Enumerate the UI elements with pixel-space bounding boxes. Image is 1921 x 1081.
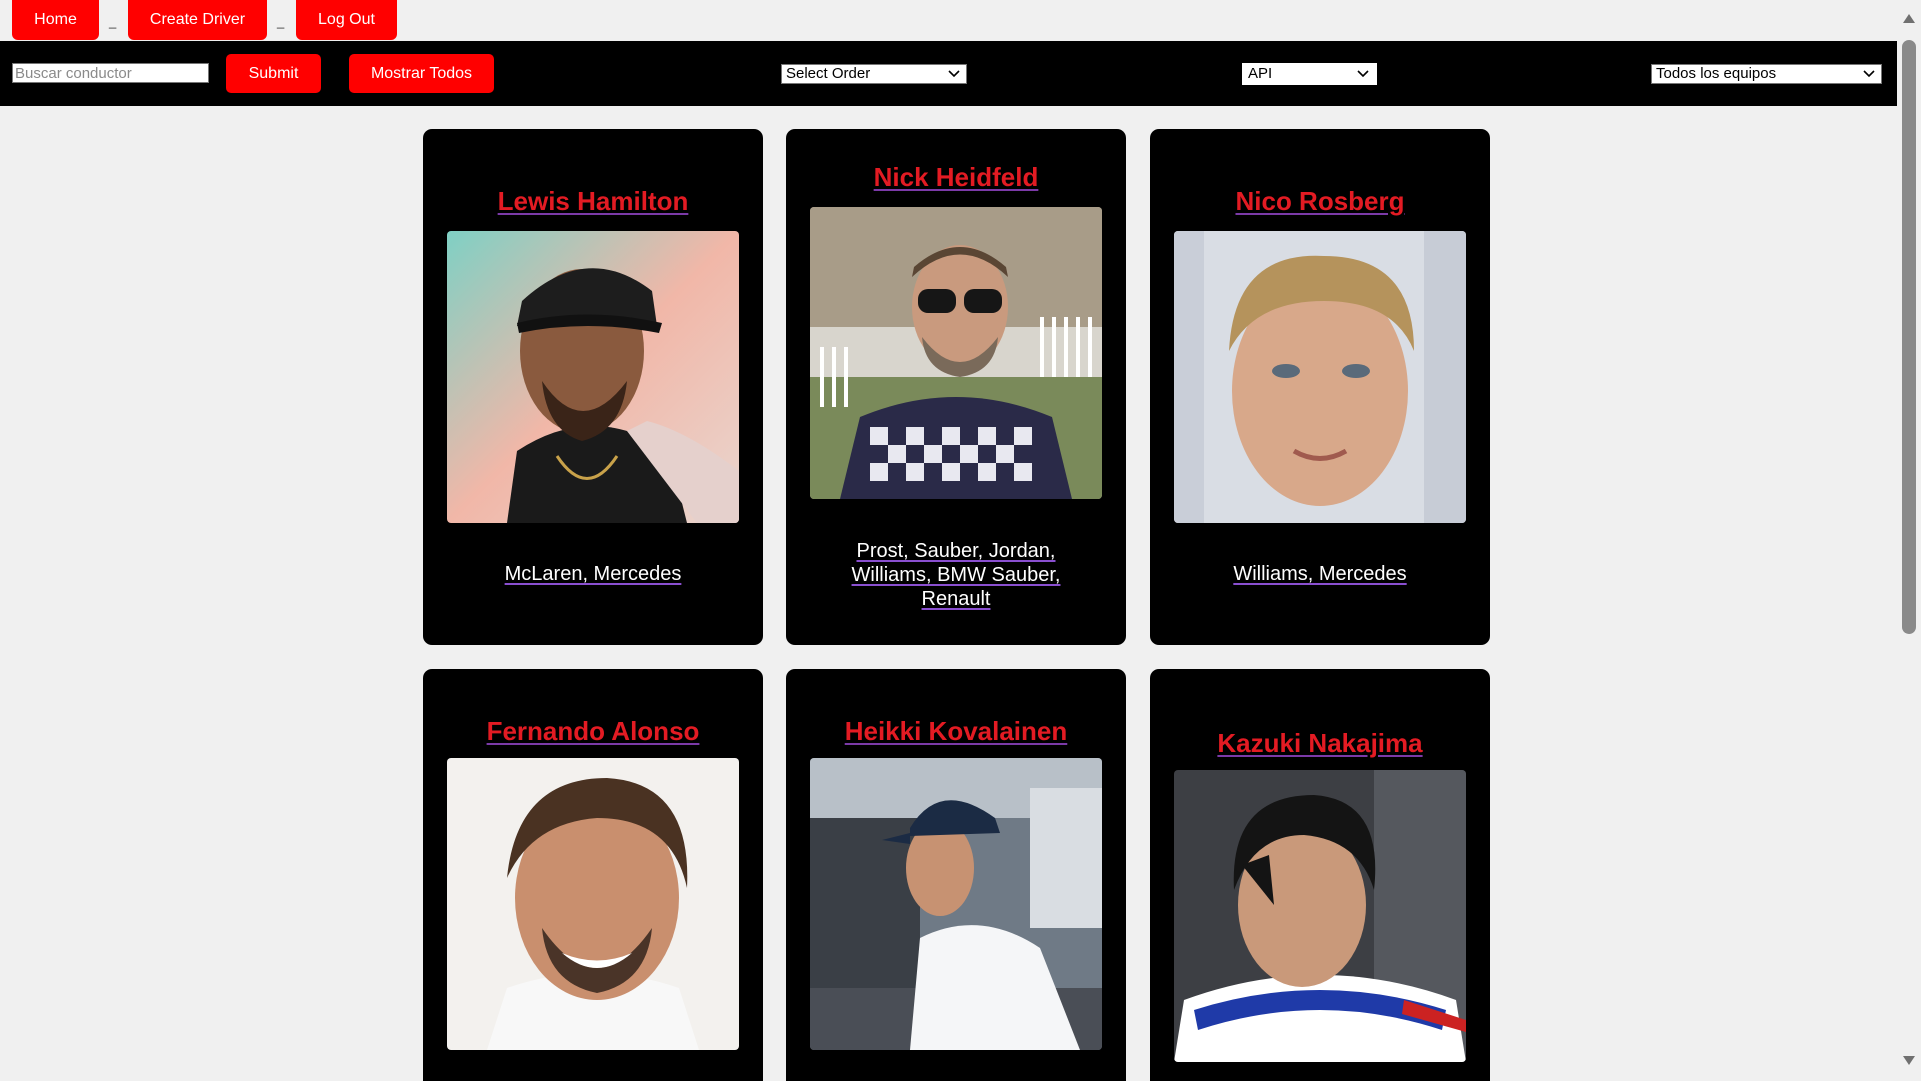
- driver-photo: [1174, 231, 1466, 523]
- driver-card[interactable]: Kazuki Nakajima: [1150, 669, 1490, 1081]
- show-all-button[interactable]: Mostrar Todos: [349, 54, 494, 93]
- chevron-down-icon: [1863, 70, 1875, 78]
- driver-photo: [810, 758, 1102, 1050]
- nav-separator: _: [109, 14, 117, 29]
- driver-card[interactable]: Fernando Alonso: [423, 669, 763, 1081]
- nav-separator: _: [277, 14, 285, 29]
- filter-toolbar: Submit Mostrar Todos Select Order API To…: [0, 41, 1897, 106]
- driver-teams[interactable]: McLaren, Mercedes: [463, 562, 723, 586]
- driver-card[interactable]: Nick Heidfeld Prost, Sauber, Jordan, Wil…: [786, 129, 1126, 645]
- top-nav: Home _ Create Driver _ Log Out: [0, 0, 1897, 41]
- scroll-up-arrow-icon[interactable]: [1902, 12, 1916, 24]
- driver-name-link[interactable]: Lewis Hamilton: [423, 186, 763, 217]
- home-button[interactable]: Home: [12, 0, 99, 40]
- driver-photo: [1174, 770, 1466, 1062]
- driver-name-link[interactable]: Kazuki Nakajima: [1150, 728, 1490, 759]
- scroll-down-arrow-icon[interactable]: [1902, 1055, 1916, 1067]
- driver-photo: [447, 758, 739, 1050]
- driver-teams[interactable]: Williams, Mercedes: [1190, 562, 1450, 586]
- driver-photo: [810, 207, 1102, 499]
- order-select-value: Select Order: [786, 65, 871, 82]
- page-scrollbar[interactable]: [1897, 0, 1921, 1081]
- driver-name-link[interactable]: Nico Rosberg: [1150, 186, 1490, 217]
- driver-teams[interactable]: Prost, Sauber, Jordan, Williams, BMW Sau…: [826, 539, 1086, 611]
- driver-photo: [447, 231, 739, 523]
- chevron-down-icon: [948, 70, 960, 78]
- team-select-value: Todos los equipos: [1656, 65, 1777, 82]
- order-select[interactable]: Select Order: [781, 64, 967, 84]
- driver-name-link[interactable]: Nick Heidfeld: [786, 162, 1126, 193]
- driver-card[interactable]: Heikki Kovalainen: [786, 669, 1126, 1081]
- page: Home _ Create Driver _ Log Out Submit Mo…: [0, 0, 1897, 1081]
- driver-card[interactable]: Nico Rosberg Williams, Mercedes: [1150, 129, 1490, 645]
- source-select[interactable]: API: [1242, 63, 1377, 85]
- driver-name-link[interactable]: Fernando Alonso: [423, 716, 763, 747]
- chevron-down-icon: [1357, 70, 1369, 78]
- driver-card[interactable]: Lewis Hamilton McLaren, Mercedes: [423, 129, 763, 645]
- submit-button[interactable]: Submit: [226, 54, 321, 93]
- search-input[interactable]: [12, 63, 209, 83]
- logout-button[interactable]: Log Out: [296, 0, 397, 40]
- create-driver-button[interactable]: Create Driver: [128, 0, 267, 40]
- team-select[interactable]: Todos los equipos: [1651, 64, 1882, 84]
- driver-name-link[interactable]: Heikki Kovalainen: [786, 716, 1126, 747]
- source-select-value: API: [1248, 65, 1273, 82]
- scroll-thumb[interactable]: [1902, 40, 1916, 634]
